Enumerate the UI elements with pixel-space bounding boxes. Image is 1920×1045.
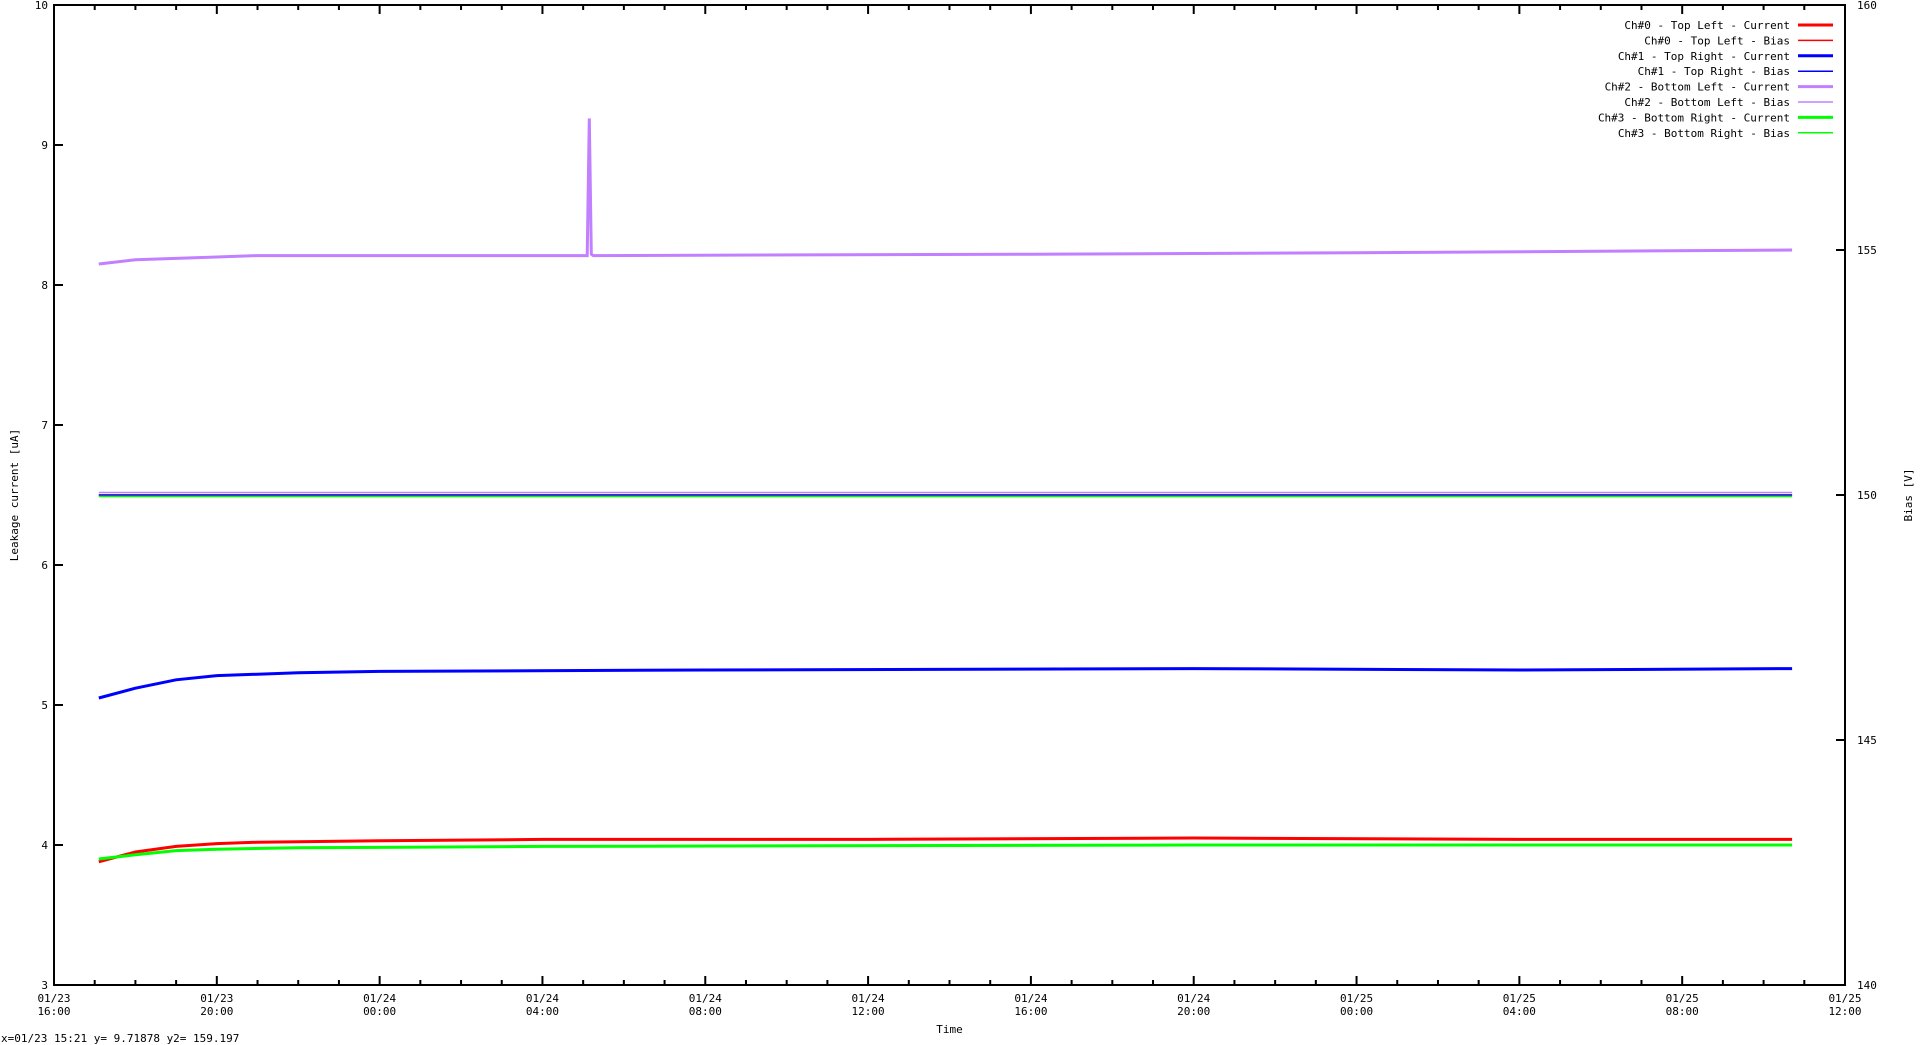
x-tick-label: 12:00	[1828, 1005, 1861, 1018]
x-tick-label: 01/24	[1014, 992, 1047, 1005]
y-tick-label: 10	[35, 0, 48, 12]
x-tick-label: 08:00	[1666, 1005, 1699, 1018]
x-tick-label: 01/25	[1828, 992, 1861, 1005]
y-tick-label: 8	[41, 279, 48, 292]
x-tick-label: 01/23	[37, 992, 70, 1005]
x-tick-label: 04:00	[1503, 1005, 1536, 1018]
legend-label: Ch#2 - Bottom Left - Bias	[1624, 96, 1790, 109]
series-line-4	[98, 118, 1793, 266]
x-tick-label: 16:00	[37, 1005, 70, 1018]
x-tick-label: 01/24	[689, 992, 722, 1005]
legend-label: Ch#0 - Top Left - Bias	[1644, 34, 1790, 47]
x-tick-label: 04:00	[526, 1005, 559, 1018]
x-tick-label: 01/25	[1340, 992, 1373, 1005]
x-tick-label: 16:00	[1014, 1005, 1047, 1018]
x-tick-label: 01/24	[852, 992, 885, 1005]
x-axis-label: Time	[936, 1023, 963, 1036]
y-tick-label: 5	[41, 699, 48, 712]
legend-label: Ch#0 - Top Left - Current	[1624, 19, 1790, 32]
series-line-6	[98, 843, 1793, 861]
y-tick-label: 6	[41, 559, 48, 572]
legend-label: Ch#3 - Bottom Right - Bias	[1618, 127, 1790, 140]
y-tick-label: 9	[41, 139, 48, 152]
y2-axis-label: Bias [V]	[1902, 469, 1915, 522]
y-tick-label: 4	[41, 839, 48, 852]
x-tick-label: 01/25	[1503, 992, 1536, 1005]
y-axis-label: Leakage current [uA]	[8, 429, 21, 561]
x-tick-label: 01/24	[526, 992, 559, 1005]
x-tick-label: 20:00	[200, 1005, 233, 1018]
legend-label: Ch#2 - Bottom Left - Current	[1605, 81, 1790, 94]
series-line-0	[98, 836, 1793, 864]
legend-label: Ch#1 - Top Right - Bias	[1638, 65, 1790, 78]
x-tick-label: 12:00	[852, 1005, 885, 1018]
legend-label: Ch#1 - Top Right - Current	[1618, 50, 1790, 63]
x-tick-label: 01/23	[200, 992, 233, 1005]
series-line-2	[98, 667, 1793, 700]
y2-tick-label: 150	[1857, 489, 1877, 502]
y2-tick-label: 145	[1857, 734, 1877, 747]
legend-label: Ch#3 - Bottom Right - Current	[1598, 111, 1790, 124]
x-tick-label: 00:00	[363, 1005, 396, 1018]
y-tick-label: 7	[41, 419, 48, 432]
x-tick-label: 01/24	[363, 992, 396, 1005]
cursor-readout: x=01/23 15:21 y= 9.71878 y2= 159.197	[1, 1032, 240, 1045]
x-tick-label: 01/24	[1177, 992, 1210, 1005]
y2-tick-label: 140	[1857, 979, 1877, 992]
x-tick-label: 08:00	[689, 1005, 722, 1018]
y2-tick-label: 155	[1857, 244, 1877, 257]
y2-tick-label: 160	[1857, 0, 1877, 12]
x-tick-label: 00:00	[1340, 1005, 1373, 1018]
y-tick-label: 3	[41, 979, 48, 992]
x-tick-label: 20:00	[1177, 1005, 1210, 1018]
chart[interactable]: 01/2316:0001/2320:0001/2400:0001/2404:00…	[0, 0, 1920, 1043]
x-tick-label: 01/25	[1666, 992, 1699, 1005]
